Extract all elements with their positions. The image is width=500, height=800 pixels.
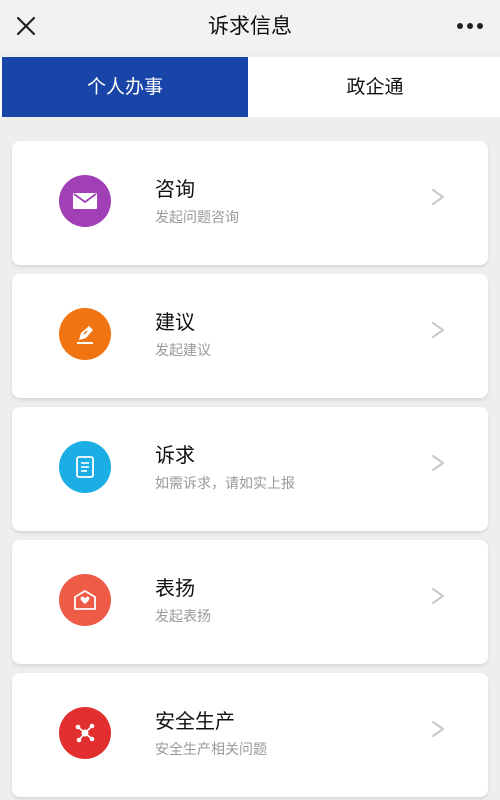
chevron-right-icon	[428, 185, 448, 209]
item-subtitle: 安全生产相关问题	[155, 742, 267, 758]
header-bar: 诉求信息	[0, 0, 500, 52]
chevron-right-icon	[428, 318, 448, 342]
item-subtitle: 发起问题咨询	[155, 210, 239, 226]
chevron-right-icon	[428, 584, 448, 608]
tab-personal-affairs[interactable]: 个人办事	[2, 57, 248, 117]
chevron-right-icon	[428, 717, 448, 741]
item-subtitle: 发起表扬	[155, 609, 211, 625]
item-title: 诉求	[155, 443, 195, 467]
page-title: 诉求信息	[208, 14, 292, 38]
network-icon	[59, 707, 111, 759]
item-title: 安全生产	[155, 709, 235, 733]
list-item-safety[interactable]: 安全生产 安全生产相关问题	[12, 673, 488, 797]
list-item-appeal[interactable]: 诉求 如需诉求，请如实上报	[12, 407, 488, 531]
list-item-suggest[interactable]: 建议 发起建议	[12, 274, 488, 398]
page: 诉求信息 个人办事 政企通 咨询 发起问题咨询 建议 发起建议 诉求 如需诉求，…	[0, 0, 500, 800]
tab-government-enterprise[interactable]: 政企通	[250, 57, 500, 117]
item-subtitle: 如需诉求，请如实上报	[155, 476, 295, 492]
chevron-right-icon	[428, 451, 448, 475]
list-item-consult[interactable]: 咨询 发起问题咨询	[12, 141, 488, 265]
list-item-praise[interactable]: 表扬 发起表扬	[12, 540, 488, 664]
tab-bar: 个人办事 政企通	[0, 57, 500, 117]
mail-icon	[59, 175, 111, 227]
item-title: 表扬	[155, 576, 195, 600]
heart-letter-icon	[59, 574, 111, 626]
document-icon	[59, 441, 111, 493]
item-subtitle: 发起建议	[155, 343, 211, 359]
item-title: 咨询	[155, 177, 195, 201]
more-icon[interactable]	[454, 12, 486, 40]
pen-icon	[59, 308, 111, 360]
item-title: 建议	[155, 310, 195, 334]
close-icon[interactable]	[12, 12, 40, 40]
